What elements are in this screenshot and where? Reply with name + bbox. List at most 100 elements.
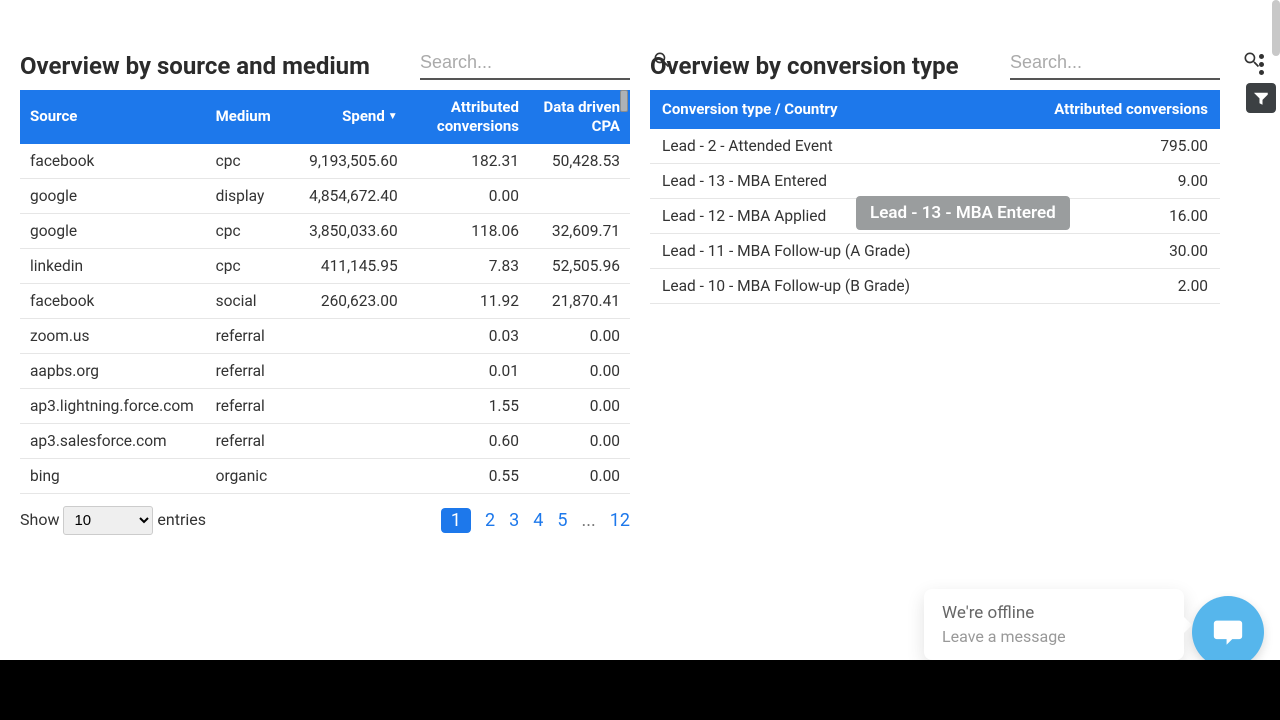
chat-offline-card[interactable]: We're offline Leave a message <box>924 589 1184 660</box>
table-conversion-type: Conversion type / Country Attributed con… <box>650 90 1220 304</box>
panel-conversion-type: Overview by conversion type Conversion t… <box>650 0 1260 660</box>
page-ellipsis: ... <box>582 510 596 531</box>
cell-conv-attr: 9.00 <box>1010 163 1220 198</box>
table-row[interactable]: googlecpc3,850,033.60118.0632,609.71 <box>20 213 630 248</box>
col-spend[interactable]: Spend▼ <box>297 90 408 144</box>
filter-button[interactable] <box>1246 83 1276 113</box>
cell-spend: 9,193,505.60 <box>297 144 408 179</box>
page-1[interactable]: 1 <box>441 508 471 533</box>
pagination: 12345...12 <box>441 508 630 533</box>
cell-source: google <box>20 213 206 248</box>
cell-cpa: 0.00 <box>529 458 630 493</box>
cell-source: linkedin <box>20 248 206 283</box>
cell-cpa: 52,505.96 <box>529 248 630 283</box>
cell-source: facebook <box>20 144 206 179</box>
table-row[interactable]: Lead - 10 - MBA Follow-up (B Grade)2.00 <box>650 268 1220 303</box>
entries-select[interactable]: 10 <box>63 506 153 535</box>
cell-source: bing <box>20 458 206 493</box>
table-row[interactable]: ap3.lightning.force.comreferral1.550.00 <box>20 388 630 423</box>
table-row[interactable]: aapbs.orgreferral0.010.00 <box>20 353 630 388</box>
cell-cpa: 32,609.71 <box>529 213 630 248</box>
chat-fab[interactable] <box>1192 596 1264 668</box>
cell-source: zoom.us <box>20 318 206 353</box>
cell-spend <box>297 458 408 493</box>
cell-source: aapbs.org <box>20 353 206 388</box>
cell-spend: 3,850,033.60 <box>297 213 408 248</box>
col-conv-attr[interactable]: Attributed conversions <box>1010 90 1220 129</box>
page-5[interactable]: 5 <box>557 510 567 531</box>
cell-cpa: 50,428.53 <box>529 144 630 179</box>
page-4[interactable]: 4 <box>533 510 543 531</box>
cell-medium: referral <box>206 423 297 458</box>
cell-conv-type: Lead - 2 - Attended Event <box>650 129 1010 164</box>
table-row[interactable]: facebooksocial260,623.0011.9221,870.41 <box>20 283 630 318</box>
cell-spend: 411,145.95 <box>297 248 408 283</box>
show-entries-pre: Show <box>20 510 59 529</box>
cell-conv-type: Lead - 10 - MBA Follow-up (B Grade) <box>650 268 1010 303</box>
table-row[interactable]: ap3.salesforce.comreferral0.600.00 <box>20 423 630 458</box>
cell-medium: display <box>206 178 297 213</box>
cell-attr: 1.55 <box>408 388 529 423</box>
panel-resize-handle[interactable] <box>620 90 628 112</box>
col-medium[interactable]: Medium <box>206 90 297 144</box>
cell-conv-type: Lead - 13 - MBA Entered <box>650 163 1010 198</box>
table-row[interactable]: linkedincpc411,145.957.8352,505.96 <box>20 248 630 283</box>
page-3[interactable]: 3 <box>509 510 519 531</box>
col-cpa[interactable]: Data driven CPA <box>529 90 630 144</box>
show-entries: Show 10 entries <box>20 506 206 535</box>
table-row[interactable]: Lead - 12 - MBA Applied16.00 <box>650 198 1220 233</box>
cell-attr: 11.92 <box>408 283 529 318</box>
cell-medium: cpc <box>206 248 297 283</box>
sort-caret-icon: ▼ <box>388 111 398 122</box>
bottom-bar <box>0 660 1280 720</box>
table-row[interactable]: googledisplay4,854,672.400.00 <box>20 178 630 213</box>
cell-source: facebook <box>20 283 206 318</box>
cell-conv-attr: 16.00 <box>1010 198 1220 233</box>
cell-spend: 4,854,672.40 <box>297 178 408 213</box>
table-row[interactable]: bingorganic0.550.00 <box>20 458 630 493</box>
kebab-menu-icon[interactable] <box>1259 54 1264 75</box>
cell-cpa: 0.00 <box>529 318 630 353</box>
cell-spend <box>297 423 408 458</box>
chat-cta: Leave a message <box>942 627 1166 646</box>
cell-attr: 0.01 <box>408 353 529 388</box>
table-row[interactable]: facebookcpc9,193,505.60182.3150,428.53 <box>20 144 630 179</box>
table-row[interactable]: Lead - 2 - Attended Event795.00 <box>650 129 1220 164</box>
page-2[interactable]: 2 <box>485 510 495 531</box>
col-source[interactable]: Source <box>20 90 206 144</box>
search-input-right[interactable] <box>1010 52 1242 73</box>
cell-cpa: 0.00 <box>529 388 630 423</box>
col-attr-conv[interactable]: Attributed conversions <box>408 90 529 144</box>
cell-medium: cpc <box>206 144 297 179</box>
table-row[interactable]: Lead - 13 - MBA Entered9.00 <box>650 163 1220 198</box>
cell-attr: 0.00 <box>408 178 529 213</box>
search-right[interactable] <box>1010 50 1220 80</box>
cell-medium: referral <box>206 353 297 388</box>
cell-attr: 0.60 <box>408 423 529 458</box>
cell-spend <box>297 388 408 423</box>
cell-attr: 0.55 <box>408 458 529 493</box>
cell-attr: 0.03 <box>408 318 529 353</box>
search-left[interactable] <box>420 50 630 80</box>
panel-title-right: Overview by conversion type <box>650 52 959 80</box>
cell-attr: 182.31 <box>408 144 529 179</box>
cell-source: ap3.lightning.force.com <box>20 388 206 423</box>
table-row[interactable]: zoom.usreferral 0.030.00 <box>20 318 630 353</box>
cell-conv-type: Lead - 11 - MBA Follow-up (A Grade) <box>650 233 1010 268</box>
cell-conv-attr: 30.00 <box>1010 233 1220 268</box>
cell-conv-attr: 795.00 <box>1010 129 1220 164</box>
cell-attr: 7.83 <box>408 248 529 283</box>
cell-cpa: 21,870.41 <box>529 283 630 318</box>
col-conv-type[interactable]: Conversion type / Country <box>650 90 1010 129</box>
cell-medium: cpc <box>206 213 297 248</box>
cell-source: ap3.salesforce.com <box>20 423 206 458</box>
cell-spend: 260,623.00 <box>297 283 408 318</box>
cell-medium: referral <box>206 318 297 353</box>
search-input-left[interactable] <box>420 52 652 73</box>
cell-source: google <box>20 178 206 213</box>
page-12[interactable]: 12 <box>610 510 630 531</box>
table-source-medium: Source Medium Spend▼ Attributed conversi… <box>20 90 630 494</box>
cell-spend <box>297 353 408 388</box>
table-row[interactable]: Lead - 11 - MBA Follow-up (A Grade)30.00 <box>650 233 1220 268</box>
cell-cpa <box>529 178 630 213</box>
